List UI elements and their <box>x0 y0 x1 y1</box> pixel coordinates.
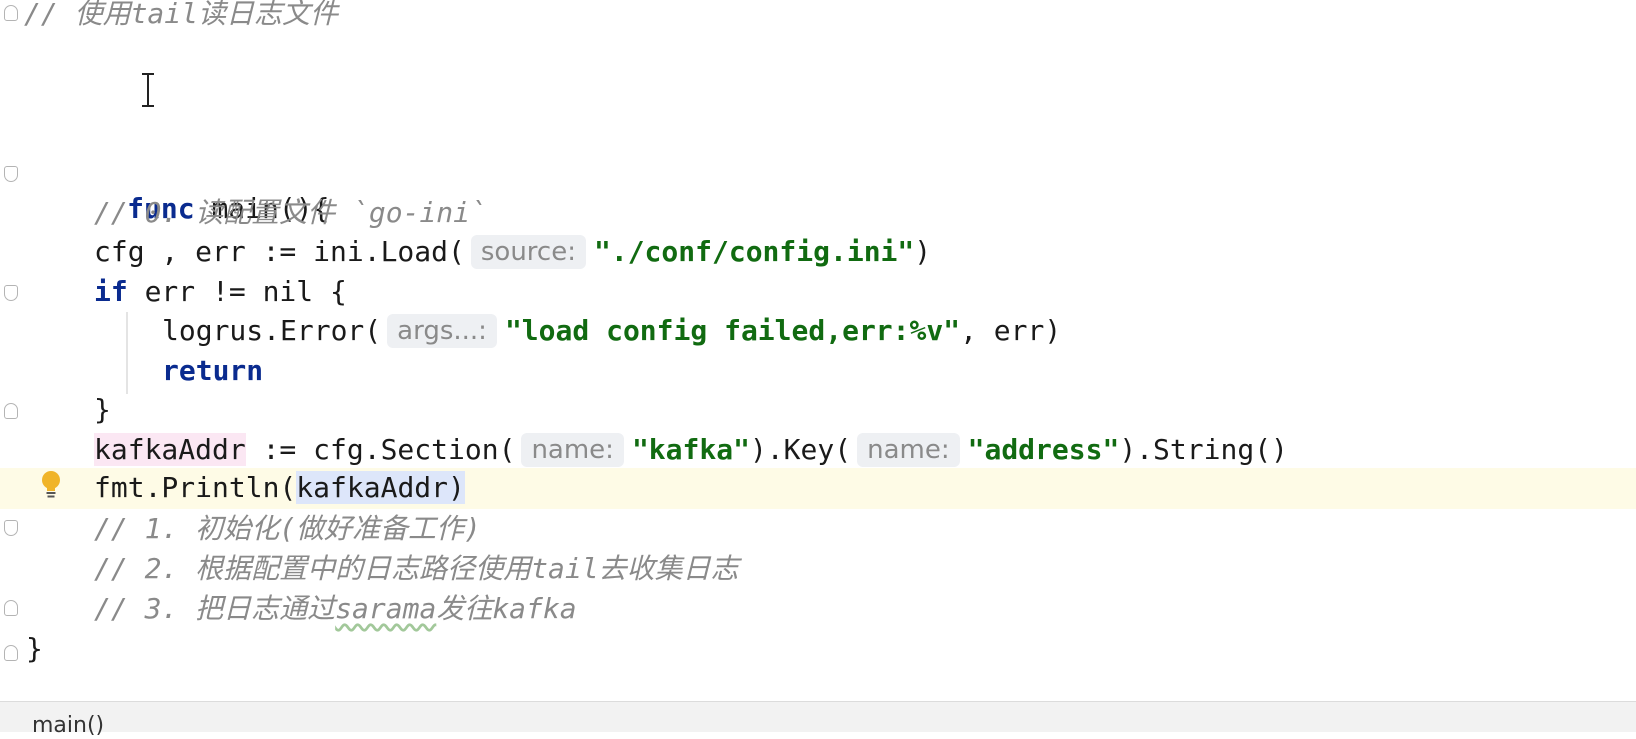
code-text: fmt.Println( <box>94 471 297 504</box>
string-literal: "address" <box>967 433 1120 466</box>
code-line[interactable]: // 0. 读配置文件 `go-ini` <box>0 193 1636 234</box>
code-text: } <box>94 393 111 426</box>
code-text: ).Key( <box>749 433 852 466</box>
code-text: } <box>26 632 43 665</box>
code-line[interactable]: // 3. 把日志通过sarama发往kafka <box>0 589 1636 630</box>
string-literal: "kafka" <box>631 433 750 466</box>
code-line[interactable]: // 使用tail读日志文件 <box>0 0 1636 35</box>
code-text: err != nil { <box>127 275 347 308</box>
intention-bulb-icon[interactable] <box>40 470 62 500</box>
code-line[interactable]: func main(){ <box>0 153 1636 225</box>
breadcrumb[interactable]: main() <box>32 713 104 739</box>
string-literal: "load config failed,err:%v" <box>504 314 961 347</box>
code-text: ) <box>914 235 932 268</box>
selection-highlight: kafkaAddr) <box>296 471 465 504</box>
code-line[interactable]: logrus.Error(args...: "load config failed… <box>0 311 1636 352</box>
code-line[interactable]: } <box>0 629 1636 670</box>
variable-highlight: kafkaAddr <box>94 433 246 466</box>
code-editor[interactable]: // 使用tail读日志文件 func main(){ // 0. 读配置文件 … <box>0 0 1636 701</box>
parameter-hint: name: <box>857 433 960 467</box>
comment: // 0. 读配置文件 `go-ini` <box>94 196 487 229</box>
code-text: := cfg.Section( <box>245 433 516 466</box>
code-line[interactable]: return <box>0 351 1636 392</box>
code-line[interactable]: kafkaAddr := cfg.Section(name: "kafka").K… <box>0 430 1636 471</box>
typo-underlined-word: sarama <box>335 592 437 625</box>
parameter-hint: args...: <box>387 314 497 348</box>
code-line[interactable]: // 1. 初始化(做好准备工作) <box>0 509 1636 550</box>
current-line[interactable]: fmt.Println(kafkaAddr) <box>0 468 1636 509</box>
code-text: cfg , err := ini.Load( <box>94 235 465 268</box>
comment: // 2. 根据配置中的日志路径使用tail去收集日志 <box>94 552 739 585</box>
keyword: return <box>162 354 264 387</box>
string-literal: "./conf/config.ini" <box>593 235 915 268</box>
code-text: , err) <box>960 314 1062 347</box>
parameter-hint: source: <box>470 235 586 269</box>
breadcrumb-bar: main() <box>0 701 1636 738</box>
code-line[interactable]: if err != nil { <box>0 272 1636 313</box>
comment: // 3. 把日志通过 <box>94 592 336 625</box>
comment: 发往kafka <box>436 592 577 625</box>
code-line[interactable]: cfg , err := ini.Load(source: "./conf/con… <box>0 232 1636 273</box>
comment: // 1. 初始化(做好准备工作) <box>94 512 481 545</box>
code-text: ).String() <box>1119 433 1288 466</box>
code-line[interactable]: // 2. 根据配置中的日志路径使用tail去收集日志 <box>0 549 1636 590</box>
parameter-hint: name: <box>521 433 624 467</box>
code-line[interactable]: } <box>0 390 1636 431</box>
comment: // 使用tail读日志文件 <box>24 0 339 30</box>
text-cursor-icon <box>142 73 154 107</box>
keyword: if <box>94 275 128 308</box>
code-text: logrus.Error( <box>162 314 382 347</box>
